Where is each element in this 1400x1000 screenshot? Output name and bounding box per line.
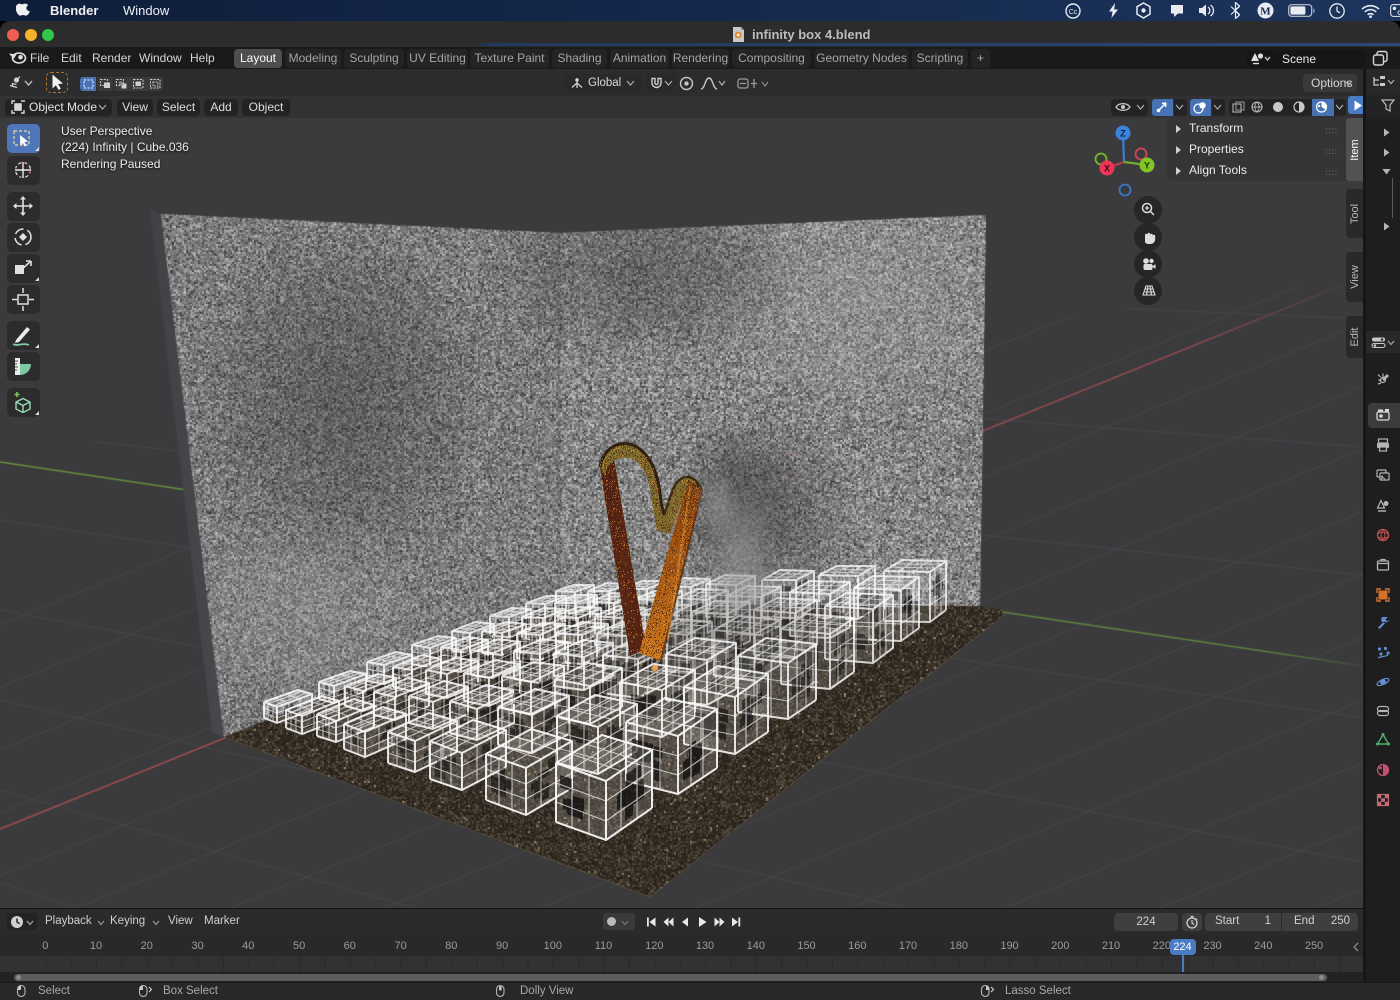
- svg-text:Z: Z: [1120, 129, 1126, 139]
- svg-text:Cc: Cc: [1069, 9, 1078, 16]
- svg-text:Y: Y: [1144, 161, 1150, 171]
- svg-text:M: M: [1260, 6, 1271, 18]
- svg-text:X: X: [1104, 164, 1110, 174]
